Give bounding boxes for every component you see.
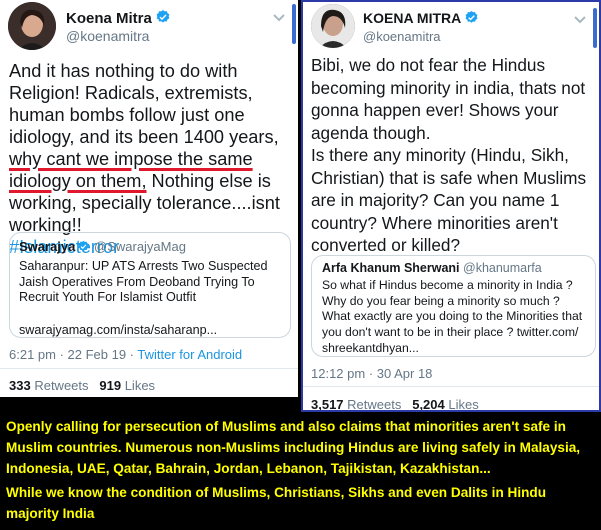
chevron-down-icon[interactable] (272, 10, 286, 28)
author-handle[interactable]: @koenamitra (363, 29, 441, 44)
caption-paragraph: Openly calling for persecution of Muslim… (6, 419, 581, 476)
quoted-author-handle: @SwarajyaMag (94, 239, 186, 254)
quoted-tweet-text: Saharanpur: UP ATS Arrests Two Suspected… (19, 259, 268, 304)
quoted-author-name: Swarajya (19, 239, 76, 254)
verified-badge-icon (77, 240, 90, 256)
tweet-text: And it has nothing to do with Religion! … (9, 61, 280, 257)
verified-badge-icon (464, 10, 479, 28)
tweet-timestamp[interactable]: 12:12 pm · 30 Apr 18 (311, 366, 432, 381)
quoted-tweet-text: So what if Hindus become a minority in I… (322, 278, 583, 355)
tweet-card-right: KOENA MITRA @koenamitra Bibi, we do not … (301, 0, 601, 412)
retweet-count[interactable]: 333 (9, 378, 31, 393)
chevron-down-icon[interactable] (573, 12, 587, 30)
tweet-timestamp[interactable]: 6:21 pm · 22 Feb 19 · Twitter for Androi… (9, 347, 242, 362)
like-count[interactable]: 919 (99, 378, 121, 393)
quoted-author-handle: @khanumarfa (463, 261, 542, 275)
quoted-author-name: Arfa Khanum Sherwani (322, 261, 460, 275)
avatar[interactable] (311, 4, 355, 48)
like-count[interactable]: 5,204 (412, 397, 445, 410)
divider (0, 368, 298, 369)
avatar[interactable] (8, 2, 56, 50)
tweet-stats: 3,517 Retweets 5,204 Likes (311, 397, 479, 412)
tweet-text: Bibi, we do not fear the Hindus becoming… (311, 55, 587, 255)
author-name[interactable]: KOENA MITRA (363, 10, 479, 28)
caption-banner: Openly calling for persecution of Muslim… (0, 412, 601, 530)
author-name[interactable]: Koena Mitra (66, 9, 171, 29)
caption-paragraph: While we know the condition of Muslims, … (6, 485, 547, 521)
tweet-source-link[interactable]: Twitter for Android (137, 347, 242, 362)
retweet-count[interactable]: 3,517 (311, 397, 344, 410)
tweet-stats: 333 Retweets 919 Likes (9, 378, 156, 393)
quoted-tweet[interactable]: Swarajya @SwarajyaMag Saharanpur: UP ATS… (9, 232, 291, 338)
quoted-link[interactable]: swarajyamag.com/insta/saharanp... (19, 323, 281, 337)
verified-badge-icon (155, 9, 171, 29)
scrollbar[interactable] (292, 4, 296, 44)
divider (303, 386, 599, 387)
author-handle[interactable]: @koenamitra (66, 28, 149, 44)
scrollbar[interactable] (593, 8, 597, 48)
quoted-tweet[interactable]: Arfa Khanum Sherwani @khanumarfa So what… (311, 255, 596, 357)
tweet-card-left: Koena Mitra @koenamitra And it has nothi… (0, 0, 298, 397)
